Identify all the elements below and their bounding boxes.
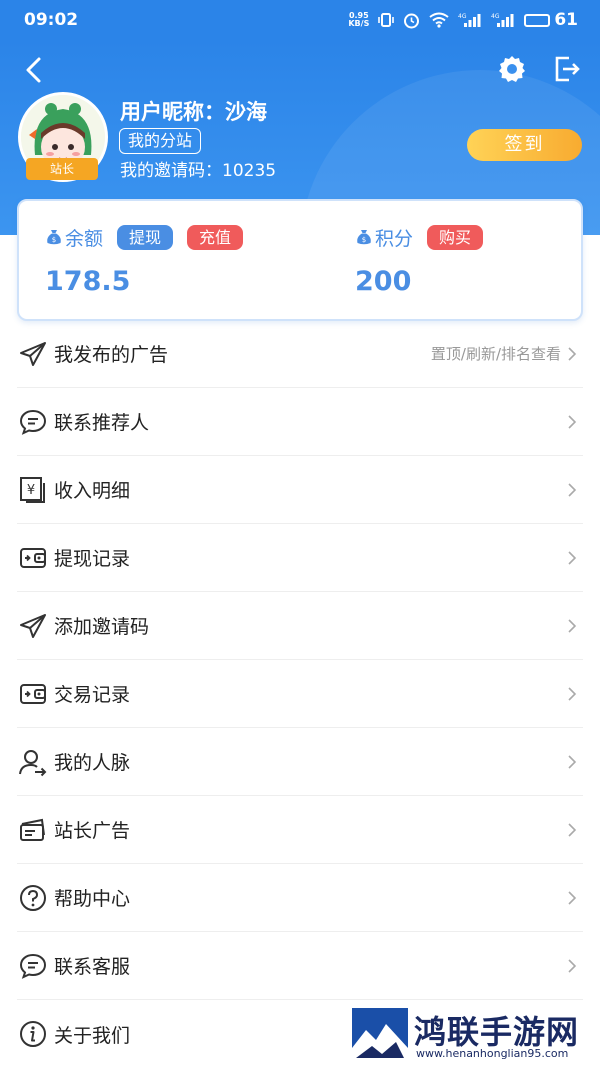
send-icon [20, 341, 46, 366]
chevron-right-icon [568, 618, 577, 633]
menu-list: 我发布的广告 置顶/刷新/排名查看 联系推荐人 ¥ 收入明细 提现记录 添加邀请… [0, 320, 600, 1067]
menu-item-income-detail[interactable]: ¥ 收入明细 [17, 456, 583, 524]
chevron-right-icon [568, 346, 577, 361]
battery-level: 61 [554, 10, 578, 30]
svg-text:¥: ¥ [27, 483, 35, 498]
svg-text:4G: 4G [491, 13, 500, 20]
watermark: 鸿联手游网 www.henanhonglian95.com [352, 1005, 600, 1065]
status-time: 09:02 [24, 10, 79, 30]
back-icon[interactable] [22, 56, 46, 84]
watermark-url: www.henanhonglian95.com [416, 1047, 569, 1060]
menu-label: 我的人脉 [54, 752, 131, 774]
status-bar: 09:02 0.95 KB/S 4G 4G 61 [0, 0, 600, 40]
yuan-doc-icon: ¥ [20, 476, 45, 503]
menu-item-station-ads[interactable]: 站长广告 [17, 796, 583, 864]
battery: 61 [524, 10, 578, 30]
balance-card: $ 余额 提现 充值 178.5 $ 积分 购买 200 [17, 199, 583, 321]
alarm-icon [404, 13, 420, 28]
my-substation-button[interactable]: 我的分站 [119, 128, 202, 154]
balance-value: 178.5 [45, 266, 131, 297]
menu-label: 我发布的广告 [54, 344, 169, 366]
menu-item-add-invite-code[interactable]: 添加邀请码 [17, 592, 583, 660]
menu-label: 交易记录 [54, 684, 131, 706]
menu-label: 联系推荐人 [54, 412, 150, 434]
points-section: $ 积分 购买 200 [355, 223, 484, 297]
card-icon [20, 818, 45, 841]
send-icon [20, 613, 46, 638]
chat-icon [19, 409, 47, 435]
status-icons: 0.95 KB/S 4G 4G 61 [348, 10, 578, 30]
chevron-right-icon [568, 754, 577, 769]
menu-label: 站长广告 [54, 820, 131, 842]
role-badge: 站长 [26, 158, 98, 180]
info-icon [20, 1021, 46, 1047]
menu-hint: 置顶/刷新/排名查看 [430, 345, 561, 363]
svg-text:$: $ [362, 236, 366, 244]
net-speed: 0.95 KB/S [348, 12, 369, 28]
logout-icon[interactable] [552, 54, 582, 84]
menu-item-withdraw-records[interactable]: 提现记录 [17, 524, 583, 592]
money-bag-icon: $ [47, 230, 61, 245]
menu-label: 帮助中心 [54, 888, 131, 910]
balance-section: $ 余额 提现 充值 178.5 [45, 223, 244, 297]
buy-points-button[interactable]: 购买 [427, 224, 484, 250]
menu-label: 收入明细 [54, 480, 131, 502]
wallet-icon [20, 683, 46, 704]
points-title: 积分 [375, 227, 414, 250]
menu-label: 联系客服 [54, 956, 131, 978]
menu-item-help-center[interactable]: 帮助中心 [17, 864, 583, 932]
money-bag-icon: $ [357, 230, 371, 245]
chevron-right-icon [568, 482, 577, 497]
wifi-icon [429, 12, 449, 28]
chevron-right-icon [568, 550, 577, 565]
user-arrow-icon [19, 749, 47, 776]
chevron-right-icon [568, 686, 577, 701]
chevron-right-icon [568, 822, 577, 837]
chevron-right-icon [568, 414, 577, 429]
menu-item-customer-service[interactable]: 联系客服 [17, 932, 583, 1000]
recharge-button[interactable]: 充值 [187, 224, 244, 250]
invite-code: 我的邀请码：10235 [120, 161, 277, 181]
vibrate-icon [378, 13, 395, 27]
menu-item-contact-referrer[interactable]: 联系推荐人 [17, 388, 583, 456]
menu-item-my-network[interactable]: 我的人脉 [17, 728, 583, 796]
withdraw-button[interactable]: 提现 [117, 224, 174, 250]
points-value: 200 [355, 266, 412, 297]
chat-icon [19, 953, 47, 979]
net-speed-unit: KB/S [348, 19, 370, 28]
signin-button[interactable]: 签到 [467, 129, 582, 161]
menu-item-transaction-records[interactable]: 交易记录 [17, 660, 583, 728]
svg-text:$: $ [52, 236, 56, 244]
chevron-right-icon [568, 890, 577, 905]
signal-4g-icon: 4G [491, 13, 514, 27]
user-nickname: 用户昵称：沙海 [120, 100, 267, 124]
menu-label: 提现记录 [54, 548, 131, 570]
chevron-right-icon [568, 958, 577, 973]
battery-icon [524, 13, 551, 27]
watermark-logo-icon [352, 1008, 408, 1064]
menu-label: 关于我们 [54, 1024, 131, 1047]
menu-item-my-ads[interactable]: 我发布的广告 置顶/刷新/排名查看 [17, 320, 583, 388]
signal-4g-icon: 4G [458, 13, 481, 27]
help-icon [20, 884, 46, 911]
svg-text:4G: 4G [458, 13, 467, 20]
wallet-icon [20, 547, 46, 568]
menu-label: 添加邀请码 [54, 616, 150, 638]
balance-title: 余额 [65, 227, 104, 250]
gear-icon[interactable] [497, 54, 527, 84]
